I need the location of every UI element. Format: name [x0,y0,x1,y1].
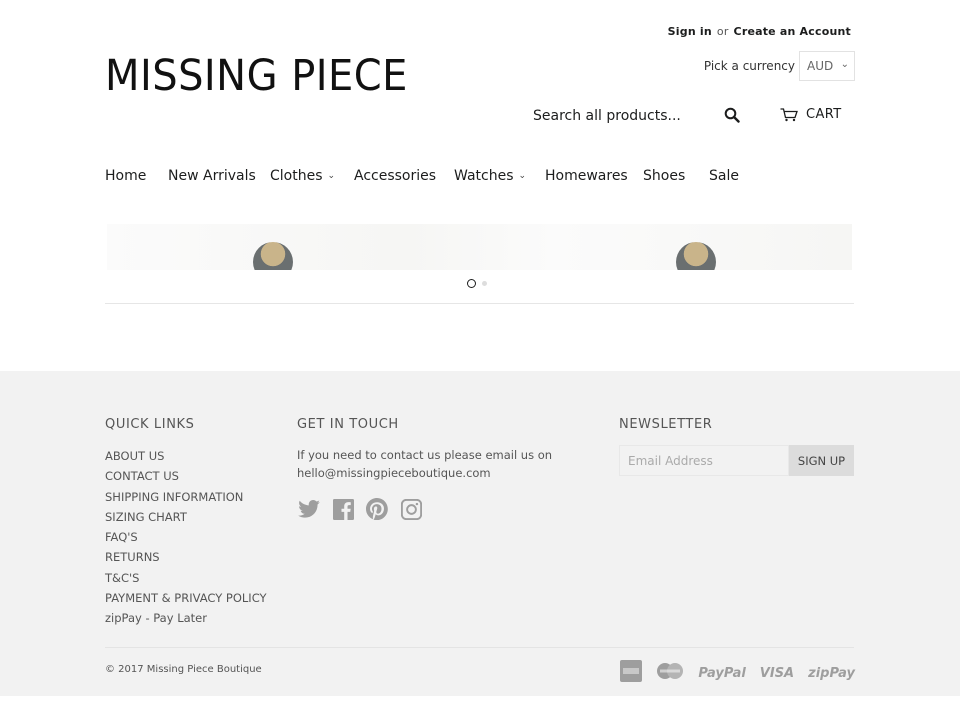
mastercard-icon [656,662,684,684]
footer-link-returns[interactable]: RETURNS [105,547,267,567]
currency-label: Pick a currency [703,59,795,73]
newsletter-email-input[interactable] [619,445,789,476]
account-links: Sign in or Create an Account [668,25,851,38]
copyright-text: © 2017 Missing Piece Boutique [105,664,262,675]
or-separator: or [716,25,729,38]
quick-links-column: QUICK LINKS ABOUT US CONTACT US SHIPPING… [105,417,267,629]
nav-item-sale[interactable]: Sale [709,168,739,184]
nav-item-shoes[interactable]: Shoes [643,168,709,184]
nav-item-label: New Arrivals [168,168,256,184]
cart-label: CART [806,107,842,122]
site-logo[interactable]: MISSING PIECE [105,52,408,100]
nav-item-homewares[interactable]: Homewares [545,168,643,184]
social-links [297,497,567,521]
cart-icon [780,107,798,121]
sign-in-link[interactable]: Sign in [668,25,712,38]
footer-link-tcs[interactable]: T&C'S [105,568,267,588]
site-header: Sign in or Create an Account MISSING PIECE… [0,0,960,215]
currency-value: AUD [807,59,834,73]
pinterest-icon[interactable] [365,497,389,521]
slideshow-dots [467,279,493,288]
nav-item-new-arrivals[interactable]: New Arrivals [168,168,270,184]
zippay-icon: zipPay [808,665,855,681]
create-account-link[interactable]: Create an Account [734,25,851,38]
nav-item-label: Watches [454,168,514,184]
nav-item-accessories[interactable]: Accessories [354,168,454,184]
instagram-icon[interactable] [399,497,423,521]
chevron-down-icon: ⌄ [518,171,527,181]
search-input[interactable] [525,108,715,124]
content-divider [105,303,854,304]
footer-link-faq[interactable]: FAQ'S [105,527,267,547]
contact-text: If you need to contact us please email u… [297,448,553,480]
nav-item-label: Homewares [545,168,628,184]
nav-item-label: Shoes [643,168,686,184]
visa-icon: VISA [759,665,795,681]
facebook-icon[interactable] [331,497,355,521]
nav-item-label: Sale [709,168,739,184]
newsletter-signup-button[interactable]: SIGN UP [789,445,854,476]
footer-link-zippay[interactable]: zipPay - Pay Later [105,608,267,628]
search-bar [525,100,750,132]
slide-dot-1[interactable] [467,279,476,288]
chevron-down-icon: ⌄ [840,59,849,70]
quick-links-title: QUICK LINKS [105,417,195,432]
quick-links-list: ABOUT US CONTACT US SHIPPING INFORMATION… [105,446,267,629]
footer-link-about[interactable]: ABOUT US [105,446,267,466]
nav-item-label: Accessories [354,168,437,184]
nav-item-watches[interactable]: Watches ⌄ [454,168,545,184]
twitter-icon[interactable] [297,497,321,521]
payment-icons: PayPal VISA zipPay [606,660,855,686]
main-nav: Home New Arrivals Clothes ⌄ Accessories W… [105,168,739,184]
footer-link-sizing[interactable]: SIZING CHART [105,507,267,527]
currency-select[interactable]: AUD ⌄ [799,51,855,81]
nav-item-clothes[interactable]: Clothes ⌄ [270,168,354,184]
footer-link-payment-privacy[interactable]: PAYMENT & PRIVACY POLICY [105,588,267,608]
hero-slideshow[interactable] [107,224,852,270]
site-footer: QUICK LINKS ABOUT US CONTACT US SHIPPING… [0,371,960,696]
get-in-touch-title: GET IN TOUCH [297,417,399,432]
footer-link-contact[interactable]: CONTACT US [105,466,267,486]
chevron-down-icon: ⌄ [327,171,336,181]
search-icon[interactable] [724,107,744,127]
get-in-touch-column: GET IN TOUCH If you need to contact us p… [297,417,567,521]
newsletter-form: SIGN UP [619,445,854,476]
newsletter-column: NEWSLETTER SIGN UP [619,417,854,476]
paypal-icon: PayPal [698,665,746,681]
nav-item-label: Home [105,168,147,184]
slide-dot-2[interactable] [482,281,487,286]
slide-image [676,242,716,270]
amex-icon [620,660,643,686]
cart-link[interactable]: CART [780,107,842,122]
slide-image [253,242,293,270]
footer-link-shipping[interactable]: SHIPPING INFORMATION [105,487,267,507]
nav-item-home[interactable]: Home [105,168,168,184]
currency-picker: Pick a currency AUD ⌄ [704,51,855,81]
footer-divider [105,647,854,648]
nav-item-label: Clothes [270,168,323,184]
newsletter-title: NEWSLETTER [619,417,713,432]
